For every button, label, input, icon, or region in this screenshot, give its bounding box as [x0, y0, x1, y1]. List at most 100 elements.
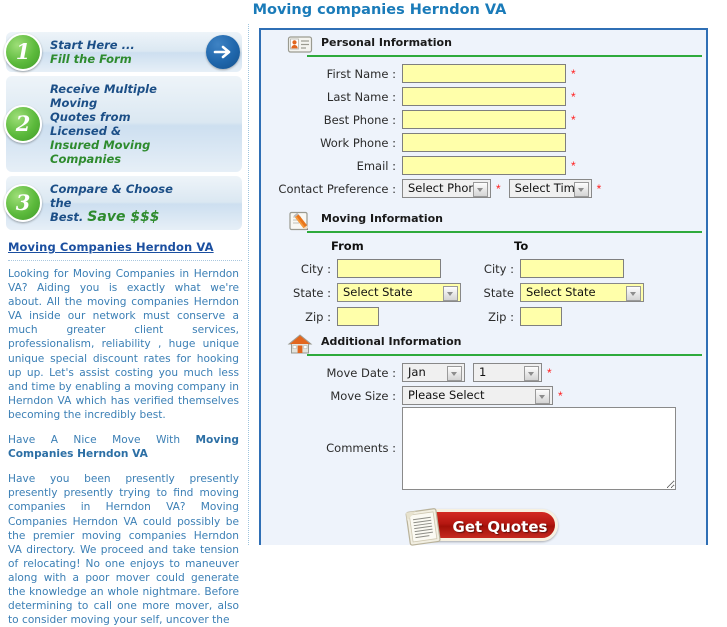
label-from-city: City :	[300, 261, 331, 276]
required-marker: *	[496, 181, 501, 196]
to-state-select-value: Select State	[526, 285, 596, 299]
get-quotes-button[interactable]: Get Quotes	[398, 504, 558, 548]
step-3-line-2: Best.	[50, 210, 84, 224]
label-to-state: State	[483, 285, 514, 300]
field-row-best-phone: Best Phone : *	[261, 109, 706, 130]
sidebar-divider	[8, 260, 242, 261]
label-email: Email :	[356, 158, 396, 173]
label-to-city: City :	[483, 261, 514, 276]
label-from-state: State :	[293, 285, 331, 300]
label-first-name: First Name :	[326, 66, 396, 81]
step-item-2: 2 Receive Multiple Moving Quotes from Li…	[4, 76, 242, 172]
label-move-size: Move Size :	[330, 388, 396, 403]
step-text-2: Receive Multiple Moving Quotes from Lice…	[50, 82, 190, 166]
email-input[interactable]	[402, 156, 566, 175]
last-name-input[interactable]	[402, 87, 566, 106]
step-item-1: 1 Start Here ... Fill the Form	[4, 32, 242, 72]
best-phone-input[interactable]	[402, 110, 566, 129]
step-2-line-3: Insured Moving Companies	[50, 138, 151, 166]
additional-fields: Move Date : Jan 1 * Move Size : Please S…	[261, 356, 706, 494]
label-from-zip: Zip :	[305, 309, 331, 324]
field-row-first-name: First Name : *	[261, 63, 706, 84]
step-1-line-2: Fill the Form	[50, 52, 132, 66]
step-3-line-3: Save $$$	[87, 209, 160, 225]
section-personal-information: Personal Information First Name : * Last…	[261, 33, 706, 205]
required-marker: *	[571, 158, 576, 173]
required-marker: *	[571, 112, 576, 127]
sidebar-paragraph-2-plain: Have A Nice Move With	[8, 434, 196, 447]
step-badge-3: 3	[4, 184, 42, 222]
personal-fields: First Name : * Last Name : * Best Phone …	[261, 57, 706, 205]
step-2-line-1: Receive Multiple Moving	[50, 82, 157, 110]
label-last-name: Last Name :	[326, 89, 396, 104]
field-row-comments: Comments :	[261, 406, 706, 490]
clipboard-icon	[402, 504, 451, 548]
sidebar-paragraph-1: Looking for Moving Companies in Herndon …	[8, 268, 239, 421]
label-contact-preference: Contact Preference :	[278, 181, 396, 196]
field-row-move-date: Move Date : Jan 1 *	[261, 362, 706, 383]
field-row-email: Email : *	[261, 155, 706, 176]
field-row-work-phone: Work Phone :	[261, 132, 706, 153]
from-state-select-value: Select State	[343, 285, 413, 299]
column-header-from: From	[331, 239, 364, 253]
sidebar-paragraph-3: Have you been presently presently presen…	[8, 473, 239, 627]
page-root: Moving companies Herndon VA 1 Start Here…	[0, 0, 727, 626]
house-icon	[287, 333, 313, 355]
field-row-to-city: City :	[444, 259, 624, 278]
sidebar-copy: Looking for Moving Companies in Herndon …	[8, 267, 239, 627]
step-3-line-1: Compare & Choose the	[50, 182, 173, 210]
sidebar: 1 Start Here ... Fill the Form 2 Receive…	[0, 24, 249, 626]
field-row-to-state: State Select State	[444, 283, 644, 302]
submit-area: Get Quotes	[261, 499, 706, 548]
move-date-day-value: 1	[479, 365, 487, 379]
quote-form-panel: Personal Information First Name : * Last…	[259, 28, 708, 548]
work-phone-input[interactable]	[402, 133, 566, 152]
required-marker: *	[571, 89, 576, 104]
step-1-line-1: Start Here ...	[50, 38, 135, 52]
section-moving-information: Moving Information From To City : State …	[261, 209, 706, 329]
contact-time-select[interactable]: Select Time	[508, 179, 592, 198]
move-size-select[interactable]: Please Select	[402, 386, 553, 405]
required-marker: *	[547, 365, 552, 380]
step-badge-1: 1	[4, 33, 42, 71]
section-title-personal: Personal Information	[321, 36, 452, 49]
section-header-personal: Personal Information	[267, 33, 700, 55]
to-city-input[interactable]	[520, 259, 624, 278]
arrow-right-icon[interactable]	[206, 35, 240, 69]
chevron-down-icon	[573, 182, 589, 197]
field-row-contact-preference: Contact Preference : Select Phone * Sele…	[261, 178, 706, 199]
step-text-3: Compare & Choose the Best. Save $$$	[50, 182, 190, 224]
from-state-select[interactable]: Select State	[337, 283, 461, 302]
move-date-day-select[interactable]: 1	[473, 363, 542, 382]
from-city-input[interactable]	[337, 259, 441, 278]
from-zip-input[interactable]	[337, 307, 379, 326]
chevron-down-icon	[447, 366, 462, 381]
label-best-phone: Best Phone :	[323, 112, 396, 127]
field-row-from-state: State : Select State	[261, 283, 461, 302]
field-row-move-size: Move Size : Please Select *	[261, 385, 706, 406]
move-date-month-value: Jan	[408, 365, 426, 379]
comments-textarea[interactable]	[402, 406, 676, 490]
section-header-moving: Moving Information	[267, 209, 700, 231]
contact-phone-select[interactable]: Select Phone	[402, 179, 491, 198]
label-work-phone: Work Phone :	[320, 135, 396, 150]
move-date-month-select[interactable]: Jan	[402, 363, 465, 382]
to-zip-input[interactable]	[520, 307, 562, 326]
step-text-1: Start Here ... Fill the Form	[50, 38, 186, 66]
field-row-from-city: City :	[261, 259, 441, 278]
sidebar-keyword-link[interactable]: Moving Companies Herndon VA	[8, 240, 248, 254]
first-name-input[interactable]	[402, 64, 566, 83]
field-row-to-zip: Zip :	[444, 307, 562, 326]
moving-fields: From To City : State : Select State Zip …	[261, 233, 706, 329]
required-marker: *	[558, 388, 563, 403]
column-header-to: To	[514, 239, 529, 253]
contact-phone-select-value: Select Phone	[408, 181, 483, 195]
label-to-zip: Zip :	[488, 309, 514, 324]
label-comments: Comments :	[326, 441, 396, 455]
section-title-additional: Additional Information	[321, 335, 462, 348]
label-move-date: Move Date :	[326, 365, 396, 380]
to-state-select[interactable]: Select State	[520, 283, 644, 302]
move-size-select-value: Please Select	[408, 388, 485, 402]
section-title-moving: Moving Information	[321, 212, 443, 225]
sidebar-paragraph-2: Have A Nice Move With Moving Companies H…	[8, 433, 239, 461]
